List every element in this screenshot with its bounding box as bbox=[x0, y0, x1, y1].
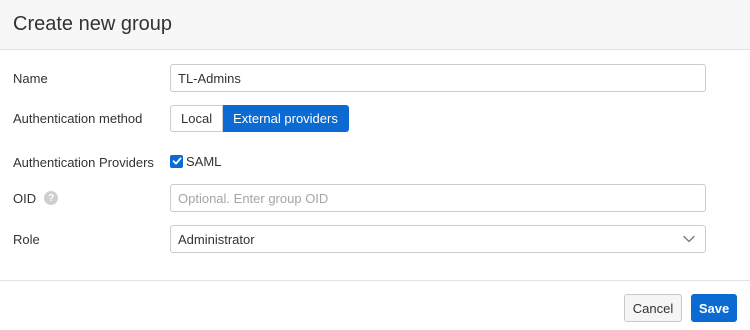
dialog-header: Create new group bbox=[0, 0, 750, 50]
auth-method-toggle: Local External providers bbox=[170, 105, 349, 132]
name-row: Name bbox=[0, 64, 750, 92]
dialog-title: Create new group bbox=[13, 13, 172, 35]
save-button[interactable]: Save bbox=[691, 294, 737, 322]
name-label: Name bbox=[13, 70, 48, 86]
oid-label: OID bbox=[13, 190, 37, 206]
saml-checkbox-row[interactable]: SAML bbox=[170, 154, 221, 169]
auth-method-external-button[interactable]: External providers bbox=[223, 105, 349, 132]
oid-label-group: OID ? bbox=[13, 190, 59, 206]
saml-label: SAML bbox=[186, 153, 222, 169]
auth-providers-label: Authentication Providers bbox=[13, 154, 154, 170]
role-label: Role bbox=[13, 231, 40, 247]
dialog-footer: Cancel Save bbox=[0, 280, 750, 330]
auth-method-label: Authentication method bbox=[13, 111, 143, 126]
create-group-dialog: Create new group Name Authentication met… bbox=[0, 0, 750, 330]
auth-method-control: Local External providers bbox=[170, 105, 706, 132]
role-selected-value: Administrator bbox=[178, 231, 255, 247]
oid-control bbox=[170, 184, 706, 212]
checkmark-icon bbox=[172, 157, 181, 165]
group-form: Name Authentication method Local Externa… bbox=[0, 50, 750, 280]
cancel-button[interactable]: Cancel bbox=[624, 294, 682, 322]
auth-providers-row: Authentication Providers SAML bbox=[0, 152, 750, 172]
oid-input[interactable] bbox=[170, 184, 706, 212]
auth-method-row: Authentication method Local External pro… bbox=[0, 105, 750, 132]
name-control bbox=[170, 64, 706, 92]
oid-row: OID ? bbox=[0, 184, 750, 212]
auth-providers-control: SAML bbox=[170, 153, 706, 171]
role-select[interactable]: Administrator bbox=[170, 225, 706, 253]
saml-checkbox[interactable] bbox=[170, 154, 183, 168]
name-input[interactable] bbox=[170, 64, 706, 92]
role-row: Role Administrator bbox=[0, 225, 750, 253]
role-control: Administrator bbox=[170, 225, 706, 253]
auth-method-local-button[interactable]: Local bbox=[170, 105, 224, 132]
help-icon[interactable]: ? bbox=[44, 191, 59, 205]
chevron-down-icon bbox=[683, 235, 695, 243]
